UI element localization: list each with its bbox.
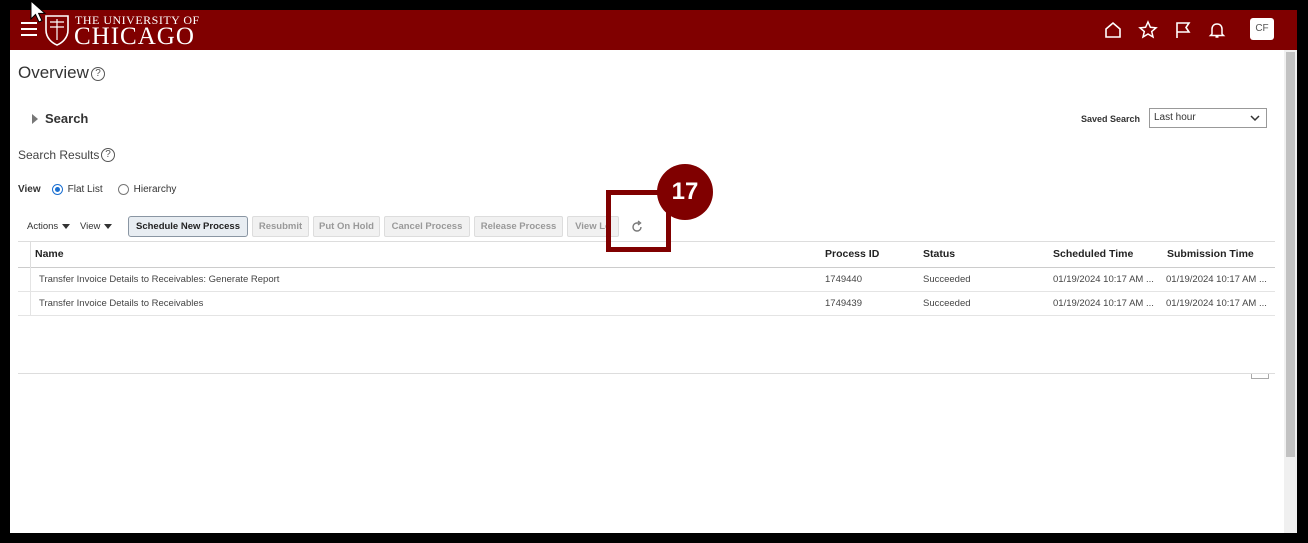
column-header-process-id[interactable]: Process ID xyxy=(825,248,879,260)
search-results-help-icon[interactable]: ? xyxy=(101,148,115,162)
top-navigation-bar: THE UNIVERSITY OF CHICAGO CF xyxy=(10,10,1297,50)
column-header-status[interactable]: Status xyxy=(923,248,955,260)
chevron-down-icon xyxy=(62,224,71,229)
table-resize-handle[interactable] xyxy=(1251,374,1269,379)
flag-icon[interactable] xyxy=(1173,20,1193,40)
saved-search-select[interactable]: Last hour xyxy=(1149,108,1267,128)
status-cell: Succeeded xyxy=(923,298,971,309)
column-divider xyxy=(30,242,31,267)
flat-list-radio[interactable] xyxy=(51,184,63,195)
process-id-cell: 1749440 xyxy=(825,274,862,285)
home-icon[interactable] xyxy=(1103,20,1123,40)
submission-time-cell: 01/19/2024 10:17 AM ... xyxy=(1166,274,1267,285)
process-name-cell: Transfer Invoice Details to Receivables xyxy=(39,298,204,309)
put-on-hold-button[interactable]: Put On Hold xyxy=(313,216,380,237)
process-id-cell: 1749439 xyxy=(825,298,862,309)
table-row[interactable]: Transfer Invoice Details to Receivables:… xyxy=(18,267,1275,292)
expand-icon xyxy=(32,113,38,124)
saved-search-value: Last hour xyxy=(1154,112,1196,123)
hierarchy-radio[interactable] xyxy=(117,184,129,195)
resubmit-button[interactable]: Resubmit xyxy=(252,216,309,237)
help-icon[interactable]: ? xyxy=(91,67,105,81)
saved-search-label: Saved Search xyxy=(1081,114,1141,124)
cancel-process-button[interactable]: Cancel Process xyxy=(384,216,470,237)
view-mode-group: View Flat List Hierarchy xyxy=(18,184,191,195)
search-results-label: Search Results xyxy=(18,148,100,162)
actions-menu-label: Actions xyxy=(27,221,59,232)
flat-list-label[interactable]: Flat List xyxy=(68,184,103,195)
table-bottom-divider xyxy=(18,373,1275,374)
mouse-cursor-icon xyxy=(30,0,47,23)
search-section-label: Search xyxy=(45,111,89,126)
view-mode-label: View xyxy=(18,184,41,195)
step-number-badge: 17 xyxy=(657,164,713,220)
bell-icon[interactable] xyxy=(1207,20,1227,40)
scheduled-time-cell: 01/19/2024 10:17 AM ... xyxy=(1053,298,1154,309)
row-gutter xyxy=(30,291,31,315)
view-menu[interactable]: View xyxy=(80,221,113,232)
view-menu-label: View xyxy=(80,221,101,232)
vertical-scrollbar[interactable] xyxy=(1284,50,1297,533)
scrollbar-thumb[interactable] xyxy=(1286,52,1295,457)
star-icon[interactable] xyxy=(1138,20,1158,40)
submission-time-cell: 01/19/2024 10:17 AM ... xyxy=(1166,298,1267,309)
row-gutter xyxy=(30,267,31,291)
scheduled-time-cell: 01/19/2024 10:17 AM ... xyxy=(1053,274,1154,285)
column-header-name[interactable]: Name xyxy=(35,248,64,260)
release-process-button[interactable]: Release Process xyxy=(474,216,563,237)
schedule-new-process-button[interactable]: Schedule New Process xyxy=(128,216,248,237)
search-section-toggle[interactable]: Search xyxy=(32,111,88,126)
menu-icon[interactable] xyxy=(21,22,37,36)
column-header-scheduled-time[interactable]: Scheduled Time xyxy=(1053,248,1133,260)
process-name-cell: Transfer Invoice Details to Receivables:… xyxy=(39,274,280,285)
user-avatar[interactable]: CF xyxy=(1250,18,1274,40)
actions-menu[interactable]: Actions xyxy=(27,221,71,232)
chevron-down-icon xyxy=(104,224,113,229)
status-cell: Succeeded xyxy=(923,274,971,285)
column-header-submission-time[interactable]: Submission Time xyxy=(1167,248,1254,260)
university-logo[interactable]: THE UNIVERSITY OF CHICAGO xyxy=(44,12,209,50)
brand-line-2: CHICAGO xyxy=(74,23,195,50)
page-title: Overview xyxy=(18,63,89,82)
chevron-down-icon xyxy=(1250,115,1260,122)
app-window: THE UNIVERSITY OF CHICAGO CF Overview ? … xyxy=(10,10,1297,533)
hierarchy-label[interactable]: Hierarchy xyxy=(134,184,177,195)
table-row[interactable]: Transfer Invoice Details to Receivables … xyxy=(18,291,1275,316)
